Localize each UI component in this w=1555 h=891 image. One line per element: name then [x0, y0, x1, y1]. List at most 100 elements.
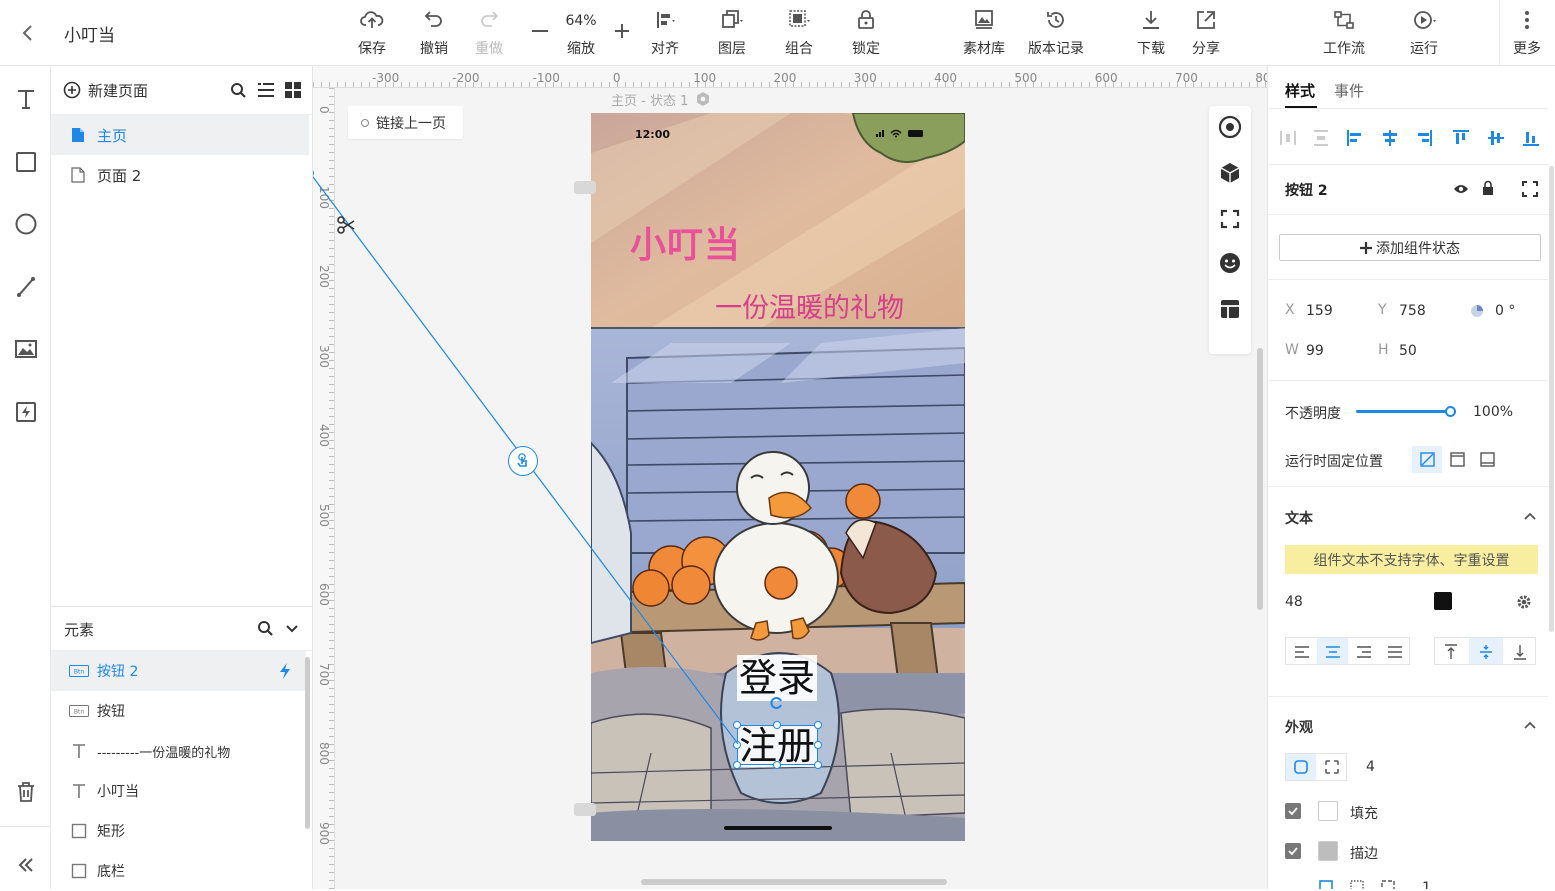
stroke-width-input[interactable]: 1 — [1422, 878, 1431, 889]
chevron-up-icon[interactable] — [1524, 511, 1536, 521]
stroke-dashed-icon[interactable] — [1381, 880, 1395, 889]
target-icon[interactable] — [1218, 115, 1242, 139]
back-button[interactable] — [18, 22, 38, 44]
undo-button[interactable]: 撤销 — [417, 6, 451, 62]
align-middle-v-icon[interactable] — [1486, 128, 1506, 148]
text-align-center-icon[interactable] — [1325, 645, 1341, 659]
component-name[interactable]: 按钮 2 — [1285, 180, 1328, 200]
rectangle-tool-icon[interactable] — [13, 149, 39, 175]
valign-top-icon[interactable] — [1444, 644, 1458, 660]
text-justify-icon[interactable] — [1387, 645, 1403, 659]
scissors-icon[interactable] — [336, 215, 356, 235]
distribute-horizontal-icon[interactable] — [1278, 128, 1298, 148]
layout-icon[interactable] — [1220, 299, 1240, 319]
element-item-rectangle[interactable]: 矩形 — [51, 811, 306, 851]
save-button[interactable]: 保存 — [355, 6, 389, 62]
opacity-slider[interactable] — [1356, 406, 1456, 417]
align-center-h-icon[interactable] — [1380, 128, 1400, 148]
component-cube-icon[interactable] — [1219, 162, 1241, 184]
fix-bottom-icon[interactable] — [1480, 452, 1495, 467]
radius-individual-icon[interactable] — [1325, 760, 1339, 774]
collapse-panel-icon[interactable] — [13, 852, 39, 878]
zoom-out-button[interactable] — [532, 30, 548, 32]
page-item-home[interactable]: 主页 — [51, 115, 309, 155]
interaction-node[interactable] — [508, 446, 538, 476]
align-top-icon[interactable] — [1451, 128, 1471, 148]
text-tool-icon[interactable] — [13, 86, 39, 112]
tab-style[interactable]: 样式 — [1285, 80, 1315, 101]
run-button[interactable]: 运行 — [1404, 6, 1444, 62]
vertical-scrollbar[interactable] — [1257, 348, 1263, 610]
chevron-up-icon[interactable] — [1524, 720, 1536, 730]
zoom-in-button[interactable] — [614, 22, 630, 40]
zoom-value[interactable]: 64% — [565, 13, 596, 32]
tab-events[interactable]: 事件 — [1334, 80, 1364, 101]
more-button[interactable]: 更多 — [1510, 6, 1544, 62]
valign-middle-icon[interactable] — [1479, 644, 1493, 660]
element-item-button-2[interactable]: Btn 按钮 2 — [51, 651, 306, 691]
y-input[interactable]: 758 — [1399, 303, 1426, 319]
assets-button[interactable]: 素材库 — [960, 6, 1008, 62]
radius-uniform-icon[interactable] — [1294, 760, 1308, 774]
horizontal-scrollbar[interactable] — [641, 879, 947, 885]
new-page-button[interactable]: 新建页面 — [63, 80, 148, 100]
align-bottom-icon[interactable] — [1521, 128, 1541, 148]
note-marker[interactable] — [574, 181, 596, 194]
text-align-left-icon[interactable] — [1294, 645, 1310, 659]
share-button[interactable]: 分享 — [1189, 6, 1223, 62]
element-item-bottom-bar[interactable]: 底栏 — [51, 851, 306, 891]
font-size-input[interactable]: 48 — [1285, 594, 1303, 610]
align-right-icon[interactable] — [1414, 128, 1434, 148]
search-icon[interactable] — [257, 620, 274, 637]
fullscreen-icon[interactable] — [1522, 181, 1538, 197]
emoji-icon[interactable] — [1219, 252, 1241, 274]
chevron-down-icon[interactable] — [285, 622, 299, 636]
versions-button[interactable]: 版本记录 — [1025, 6, 1087, 62]
element-item-text-title[interactable]: 小叮当 — [51, 771, 306, 811]
line-tool-icon[interactable] — [13, 274, 39, 300]
lock-icon[interactable] — [1481, 180, 1495, 196]
lock-button[interactable]: 锁定 — [849, 6, 883, 62]
list-view-icon[interactable] — [257, 81, 275, 99]
radius-input[interactable]: 4 — [1366, 759, 1375, 775]
align-left-icon[interactable] — [1345, 128, 1365, 148]
note-marker[interactable] — [574, 803, 596, 816]
image-tool-icon[interactable] — [13, 336, 39, 362]
align-button[interactable]: 对齐 — [647, 6, 683, 62]
workflow-button[interactable]: 工作流 — [1320, 6, 1368, 62]
add-state-button[interactable]: 添加组件状态 — [1279, 234, 1541, 261]
height-input[interactable]: 50 — [1399, 343, 1417, 359]
width-input[interactable]: 99 — [1306, 343, 1324, 359]
element-item-text-subtitle[interactable]: ---------一份温暖的礼物 — [51, 731, 306, 771]
rotation-input[interactable]: 0 ° — [1495, 303, 1515, 319]
elements-scrollbar[interactable] — [305, 657, 310, 829]
redo-button[interactable]: 重做 — [472, 6, 506, 62]
stroke-solid-icon[interactable] — [1319, 880, 1333, 889]
text-color-swatch[interactable] — [1434, 592, 1452, 610]
search-icon[interactable] — [230, 82, 247, 99]
fixed-none-option[interactable] — [1412, 446, 1442, 473]
group-button[interactable]: 组合 — [781, 6, 817, 62]
download-button[interactable]: 下载 — [1134, 6, 1168, 62]
interaction-tool-icon[interactable] — [13, 399, 39, 425]
text-align-right-icon[interactable] — [1356, 645, 1372, 659]
x-input[interactable]: 159 — [1306, 303, 1333, 319]
trash-icon[interactable] — [13, 779, 39, 805]
opacity-slider-knob[interactable] — [1445, 406, 1456, 417]
element-item-button[interactable]: Btn 按钮 — [51, 691, 306, 731]
ellipse-tool-icon[interactable] — [13, 211, 39, 237]
gear-icon[interactable] — [1516, 594, 1532, 610]
distribute-vertical-icon[interactable] — [1311, 128, 1331, 148]
stroke-checkbox[interactable] — [1285, 843, 1301, 859]
layer-button[interactable]: 图层 — [714, 6, 750, 62]
eye-icon[interactable] — [1453, 182, 1469, 196]
valign-bottom-icon[interactable] — [1513, 644, 1527, 660]
panel-scrollbar[interactable] — [1549, 166, 1554, 632]
stroke-dotted-icon[interactable] — [1350, 880, 1364, 889]
stroke-color-swatch[interactable] — [1318, 841, 1338, 861]
grid-view-icon[interactable] — [285, 82, 301, 98]
fill-color-swatch[interactable] — [1318, 801, 1338, 821]
page-item-page-2[interactable]: 页面 2 — [51, 155, 309, 195]
design-canvas[interactable]: -300 -200 -100 0 100 200 300 400 500 600 700 80 0 10… — [313, 66, 1267, 889]
fit-screen-icon[interactable] — [1220, 209, 1240, 229]
